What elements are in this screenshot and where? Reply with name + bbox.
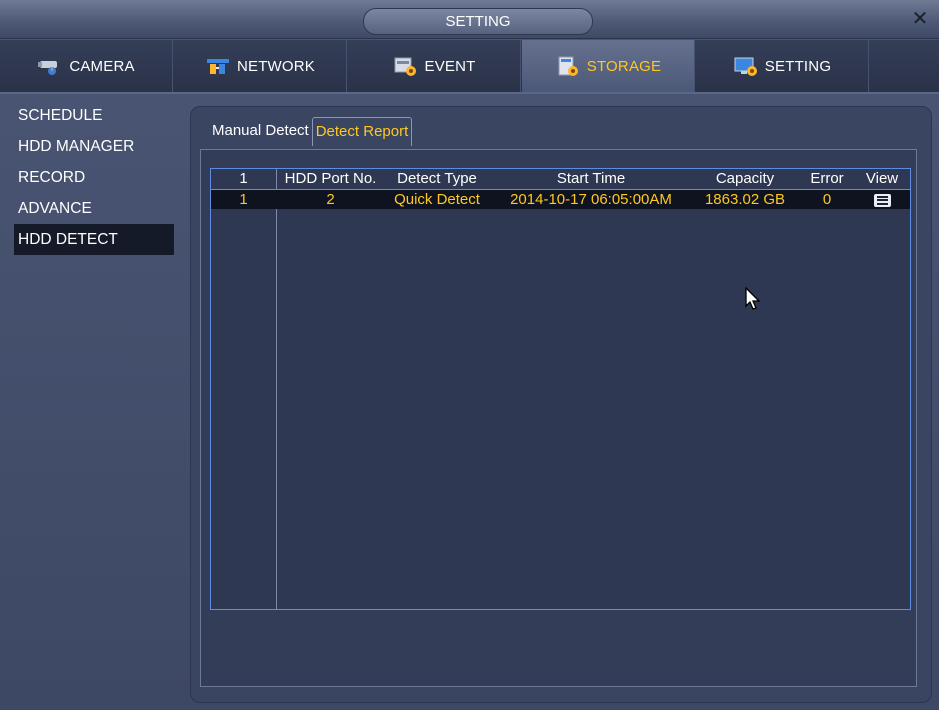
mouse-pointer-icon (745, 286, 761, 316)
tab-storage[interactable]: STORAGE (522, 40, 695, 92)
row-capacity: 1863.02 GB (704, 191, 786, 208)
report-table: 1 HDD Port No. Detect Type Start Time Ca… (210, 168, 911, 610)
content-panel: Manual Detect Detect Report 1 HDD Port N… (190, 106, 932, 703)
network-icon (205, 55, 231, 77)
list-icon[interactable] (873, 193, 891, 207)
column-header-capacity: Capacity (715, 170, 775, 187)
tab-label: NETWORK (236, 57, 316, 75)
row-view (857, 190, 907, 209)
storage-icon (555, 55, 581, 77)
tab-manual-detect[interactable]: Manual Detect (209, 117, 312, 145)
sidebar-item-advance[interactable]: ADVANCE (14, 193, 174, 224)
row-index: 1 (239, 191, 248, 208)
column-header-port: HDD Port No. (284, 170, 377, 187)
app-window: SETTING ✕ CAMERA NETWORK EVENT STORAGE S… (0, 0, 939, 710)
row-error: 0 (822, 191, 832, 208)
row-detect-type: Quick Detect (394, 191, 480, 208)
sidebar-item-hdd-manager[interactable]: HDD MANAGER (14, 131, 174, 162)
tab-label: CAMERA (69, 57, 135, 75)
title-bar: SETTING ✕ (0, 0, 939, 39)
column-header-type: Detect Type (397, 170, 477, 187)
main-tabs: CAMERA NETWORK EVENT STORAGE SETTING (0, 40, 939, 94)
tab-network[interactable]: NETWORK (174, 40, 347, 92)
sidebar-item-schedule[interactable]: SCHEDULE (14, 100, 174, 131)
event-icon (392, 55, 418, 77)
camera-icon (37, 55, 63, 77)
tab-label: STORAGE (586, 57, 662, 75)
tab-event[interactable]: EVENT (348, 40, 521, 92)
table-header: 1 HDD Port No. Detect Type Start Time Ca… (211, 169, 910, 190)
tab-detect-report[interactable]: Detect Report (311, 117, 413, 146)
column-header-error: Error (810, 170, 844, 187)
window-title: SETTING (363, 8, 593, 35)
table-row[interactable]: 1 2 Quick Detect 2014-10-17 06:05:00AM 1… (211, 190, 910, 209)
sidebar-item-hdd-detect[interactable]: HDD DETECT (14, 224, 174, 255)
column-header-view: View (865, 170, 899, 187)
column-header-index: 1 (239, 170, 248, 187)
column-divider (276, 169, 277, 609)
tab-label: EVENT (424, 57, 476, 75)
row-port: 2 (326, 191, 335, 208)
tab-camera[interactable]: CAMERA (0, 40, 173, 92)
report-area: 1 HDD Port No. Detect Type Start Time Ca… (200, 149, 917, 687)
setting-icon (733, 55, 759, 77)
row-start-time: 2014-10-17 06:05:00AM (510, 191, 672, 208)
sidebar: SCHEDULE HDD MANAGER RECORD ADVANCE HDD … (14, 100, 174, 255)
close-icon[interactable]: ✕ (909, 8, 931, 30)
sidebar-item-record[interactable]: RECORD (14, 162, 174, 193)
tab-label: SETTING (764, 57, 832, 75)
tab-setting[interactable]: SETTING (696, 40, 869, 92)
subtabs: Manual Detect Detect Report (209, 117, 413, 147)
column-header-start: Start Time (556, 170, 626, 187)
